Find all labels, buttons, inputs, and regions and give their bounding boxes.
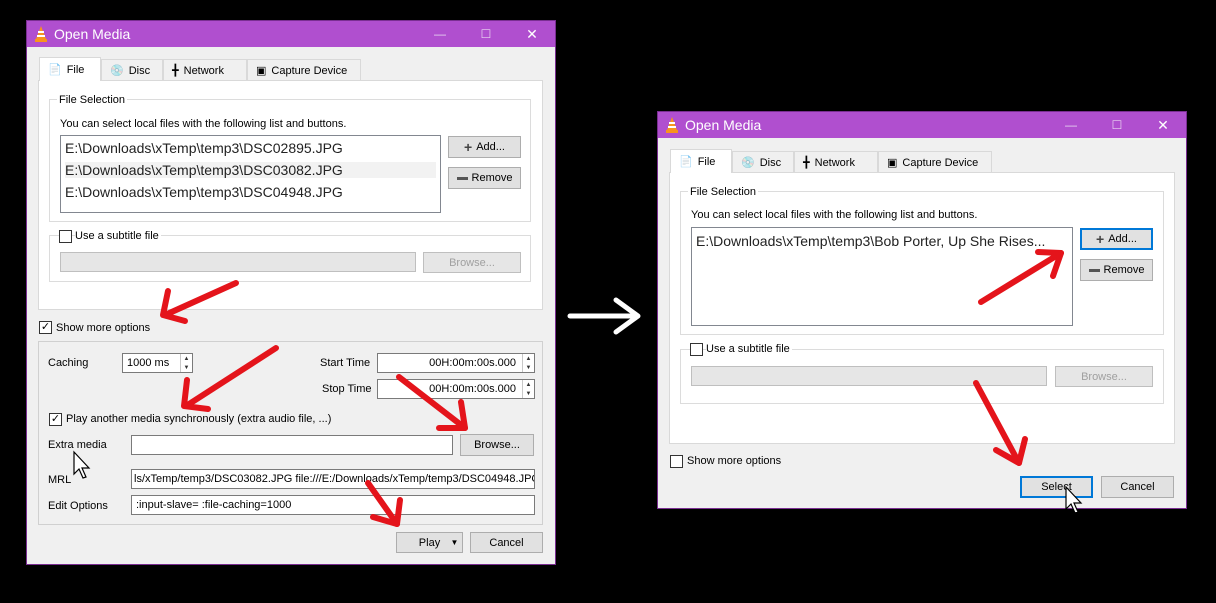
file-icon: 📄 <box>48 64 62 76</box>
arrow-icon <box>181 345 279 412</box>
arrow-icon <box>396 374 468 431</box>
arrow-icon <box>160 280 239 324</box>
annotation-overlay <box>73 249 1083 527</box>
arrow-icon <box>973 380 1028 466</box>
arrow-icon <box>365 480 403 527</box>
tab-file[interactable]: 📄 File <box>670 149 732 173</box>
tab-file[interactable]: 📄 File <box>39 57 101 81</box>
file-icon: 📄 <box>679 156 693 168</box>
arrow-icon <box>978 249 1064 305</box>
mouse-cursor-icon <box>1065 485 1083 514</box>
arrow-right-icon <box>567 297 641 335</box>
mouse-cursor-icon <box>73 450 91 479</box>
